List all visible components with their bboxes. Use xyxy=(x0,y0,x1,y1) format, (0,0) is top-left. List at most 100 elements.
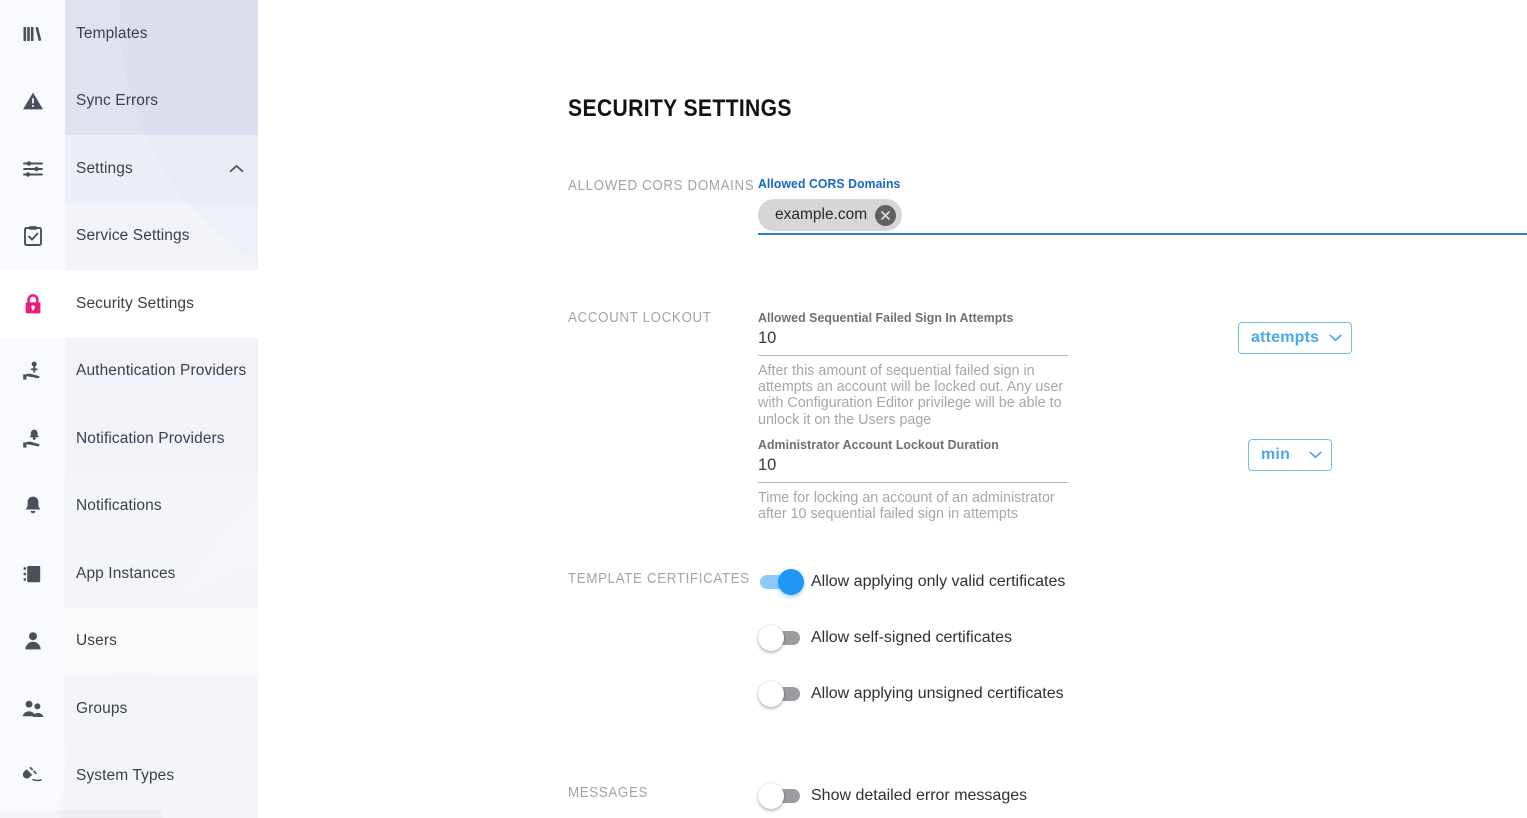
duration-unit-select[interactable]: min xyxy=(1248,438,1332,471)
sidebar-item-settings[interactable]: Settings xyxy=(0,135,258,203)
cors-chip-input[interactable]: example.com xyxy=(758,197,1527,235)
toggle-row: Allow applying only valid certificates xyxy=(758,565,1065,599)
toggle-label: Allow applying unsigned certificates xyxy=(811,685,1064,702)
warning-triangle-icon xyxy=(21,89,45,113)
section-account-lockout: ACCOUNT LOCKOUT Allowed Sequential Faile… xyxy=(568,310,1358,522)
sidebar-icon-cell xyxy=(0,675,65,743)
sidebar-icon-cell xyxy=(0,202,65,270)
sidebar-label-cell: Sync Errors xyxy=(65,67,258,135)
section-allowed-cors-domains: ALLOWED CORS DOMAINS Allowed CORS Domain… xyxy=(568,176,1527,235)
sidebar-label-cell: Authentication Providers xyxy=(65,337,258,405)
section-label-template-certificates: TEMPLATE CERTIFICATES xyxy=(568,571,750,587)
chevron-down-icon xyxy=(1329,334,1342,342)
attempts-help-text: After this amount of sequential failed s… xyxy=(758,363,1064,428)
sidebar-icon-cell xyxy=(0,405,65,473)
section-label-messages: MESSAGES xyxy=(568,785,649,801)
toggle-show-detailed-error-messages[interactable] xyxy=(758,779,804,813)
cors-chip[interactable]: example.com xyxy=(758,199,903,231)
app-root: Templates Sync Errors Settings Service S… xyxy=(0,0,1527,818)
sidebar-label-cell: Groups xyxy=(65,675,258,743)
chevron-up-icon[interactable] xyxy=(229,164,244,173)
lock-icon xyxy=(21,292,45,316)
books-icon xyxy=(21,22,45,46)
sidebar-icon-cell xyxy=(0,67,65,135)
sidebar-icon-cell xyxy=(0,135,65,203)
sidebar-label-cell: Users xyxy=(65,607,258,675)
sidebar-item-label: System Types xyxy=(76,767,175,785)
sidebar-item-notifications[interactable]: Notifications xyxy=(0,472,258,540)
auth-hand-icon xyxy=(21,359,45,383)
sidebar-item-label: Sync Errors xyxy=(76,92,159,110)
sidebar-nav-list: Templates Sync Errors Settings Service S… xyxy=(0,0,258,810)
duration-field-caption: Administrator Account Lockout Duration xyxy=(758,436,999,452)
toggle-label: Allow self-signed certificates xyxy=(811,629,1012,646)
sidebar-item-notification-providers[interactable]: Notification Providers xyxy=(0,405,258,473)
sidebar-icon-cell xyxy=(0,742,65,810)
notify-hand-icon xyxy=(21,427,45,451)
sidebar-item-label: Notification Providers xyxy=(76,429,225,447)
sidebar-item-label: Security Settings xyxy=(76,294,195,312)
messages-toggles: Show detailed error messages xyxy=(758,779,1027,813)
toggle-allow-self-signed-certificates[interactable] xyxy=(758,621,804,655)
sidebar-icon-cell xyxy=(0,472,65,540)
attempts-unit-value: attempts xyxy=(1251,329,1320,346)
duration-input[interactable] xyxy=(758,452,1068,483)
toggle-row: Allow self-signed certificates xyxy=(758,621,1065,655)
sidebar-label-cell: App Instances xyxy=(65,540,258,608)
main-content: SECURITY SETTINGS ALLOWED CORS DOMAINS A… xyxy=(258,0,1527,818)
server-icon xyxy=(21,562,45,586)
sidebar-item-service-settings[interactable]: Service Settings xyxy=(0,202,258,270)
sidebar-label-cell: Notifications xyxy=(65,472,258,540)
sidebar-item-users[interactable]: Users xyxy=(0,607,258,675)
sidebar-item-groups[interactable]: Groups xyxy=(0,675,258,743)
sidebar-item-label: Groups xyxy=(76,699,128,717)
sidebar-item-label: Service Settings xyxy=(76,227,190,245)
sidebar-item-label: App Instances xyxy=(76,564,176,582)
close-icon[interactable] xyxy=(875,204,897,226)
sidebar-label-cell: Service Settings xyxy=(65,202,258,270)
sidebar-item-system-types[interactable]: System Types xyxy=(0,742,258,810)
sidebar-label-cell: System Types xyxy=(65,742,258,810)
attempts-input[interactable] xyxy=(758,326,1068,356)
cors-chip-label: example.com xyxy=(775,206,868,223)
sidebar-icon-cell xyxy=(0,0,65,68)
sidebar-icon-cell xyxy=(0,270,65,338)
sidebar-label-cell: Templates xyxy=(65,0,258,68)
toggle-allow-applying-unsigned-certificates[interactable] xyxy=(758,677,804,711)
sidebar-item-label: Templates xyxy=(76,24,148,42)
sidebar-icon-cell xyxy=(0,540,65,608)
page-title: SECURITY SETTINGS xyxy=(568,95,792,122)
toggle-label: Allow applying only valid certificates xyxy=(811,573,1066,590)
sidebar-item-sync-errors[interactable]: Sync Errors xyxy=(0,67,258,135)
sliders-icon xyxy=(21,157,45,181)
template-certificates-toggles: Allow applying only valid certificates Al… xyxy=(758,565,1065,711)
sidebar-item-security-settings[interactable]: Security Settings xyxy=(0,270,258,338)
sidebar-item-templates[interactable]: Templates xyxy=(0,0,258,68)
duration-help-text: Time for locking an account of an admini… xyxy=(758,489,1055,523)
user-icon xyxy=(21,629,45,653)
clipboard-check-icon xyxy=(21,224,45,248)
account-lockout-fields: Allowed Sequential Failed Sign In Attemp… xyxy=(758,310,1358,522)
sidebar-item-authentication-providers[interactable]: Authentication Providers xyxy=(0,337,258,405)
cors-field-caption: Allowed CORS Domains xyxy=(758,176,901,191)
sidebar-item-label: Users xyxy=(76,632,117,650)
users-group-icon xyxy=(21,697,45,721)
section-template-certificates: TEMPLATE CERTIFICATES Allow applying onl… xyxy=(568,565,1065,711)
sidebar: Templates Sync Errors Settings Service S… xyxy=(0,0,258,818)
section-messages: MESSAGES Show detailed error messages xyxy=(568,779,1027,813)
section-label-cors: ALLOWED CORS DOMAINS xyxy=(568,178,755,194)
sidebar-label-cell: Security Settings xyxy=(65,270,258,338)
chevron-down-icon xyxy=(1309,451,1322,459)
sidebar-icon-cell xyxy=(0,607,65,675)
sidebar-icon-cell xyxy=(0,337,65,405)
sidebar-item-app-instances[interactable]: App Instances xyxy=(0,540,258,608)
plug-icon xyxy=(21,764,45,788)
cors-field: Allowed CORS Domains example.com xyxy=(758,176,1527,235)
sidebar-item-label: Settings xyxy=(76,159,133,177)
attempts-unit-select[interactable]: attempts xyxy=(1238,322,1353,354)
toggle-allow-applying-only-valid-certificates[interactable] xyxy=(758,565,804,599)
sidebar-item-label: Authentication Providers xyxy=(76,362,247,380)
duration-unit-value: min xyxy=(1261,445,1291,463)
toggle-row: Show detailed error messages xyxy=(758,779,1027,813)
sidebar-item-label: Notifications xyxy=(76,497,162,515)
